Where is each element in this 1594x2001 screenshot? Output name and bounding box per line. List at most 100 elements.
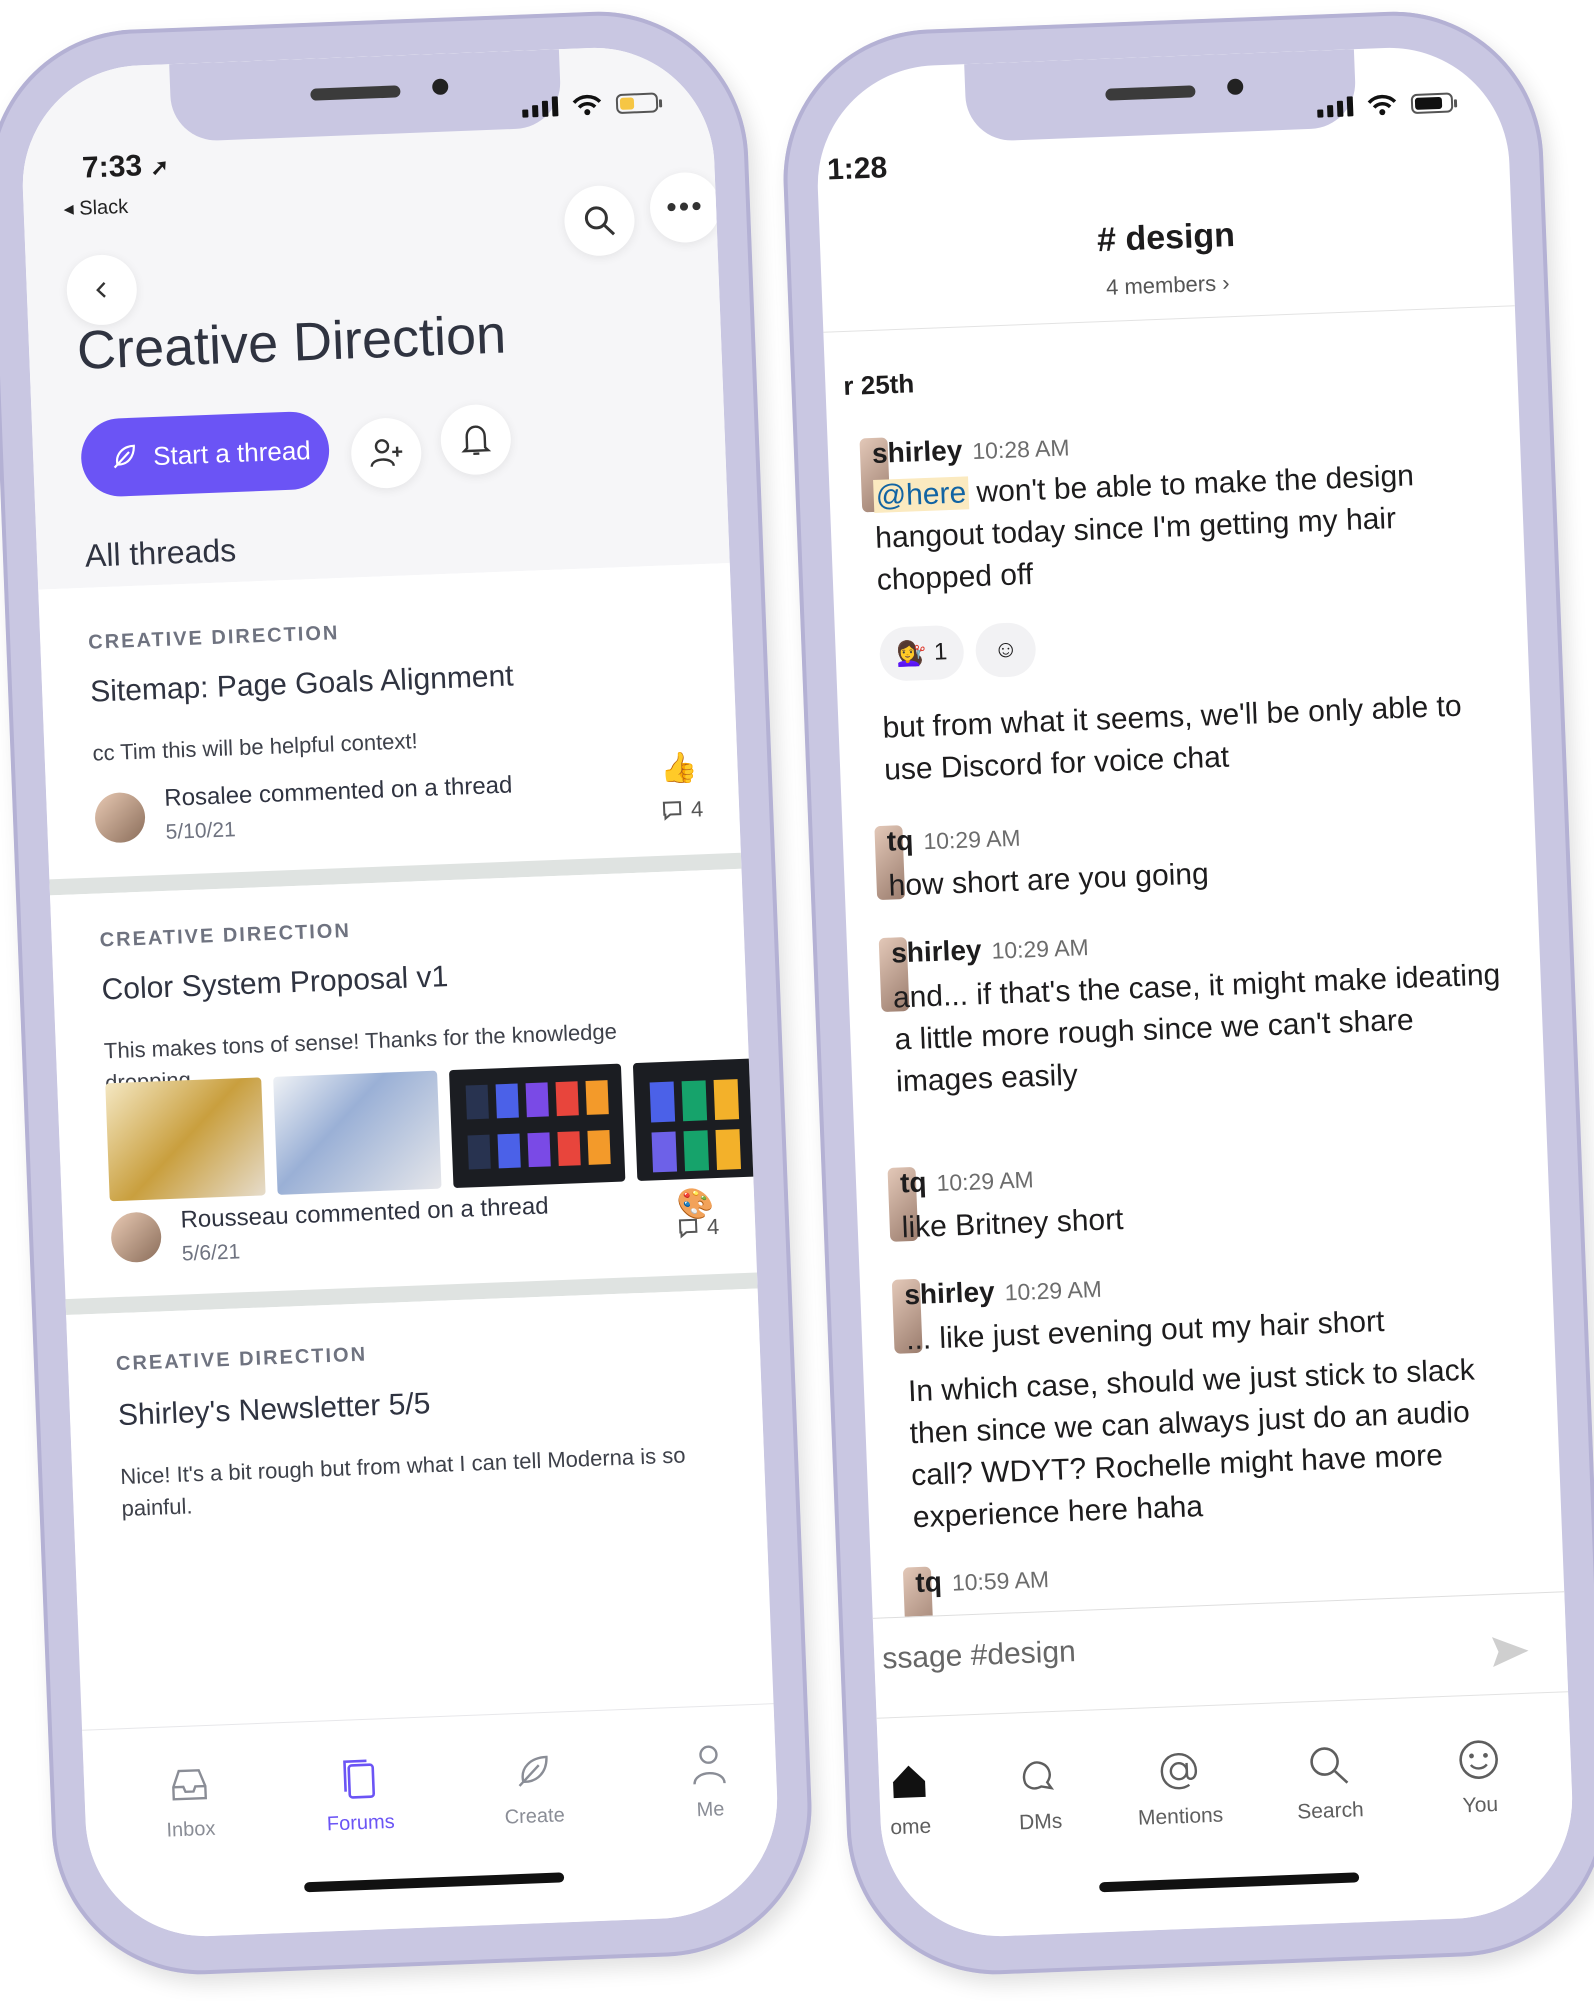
status-indicators xyxy=(1317,91,1454,118)
date-divider: r 25th xyxy=(842,368,915,402)
thread-title[interactable]: Shirley's Newsletter 5/5 xyxy=(117,1387,431,1433)
channel-members[interactable]: 4 members › xyxy=(822,259,1514,312)
home-indicator[interactable] xyxy=(1099,1872,1360,1893)
channel-name[interactable]: # design xyxy=(820,205,1513,271)
comment-date: 5/10/21 xyxy=(165,818,237,844)
person-haircut-icon: 💇‍♀️ xyxy=(895,639,927,668)
message[interactable]: shirley 10:28 AM @here won't be able to m… xyxy=(859,414,1495,597)
location-arrow-icon: ➚ xyxy=(150,154,170,180)
thumbs-up-icon: 👍 xyxy=(659,751,699,786)
start-thread-button[interactable]: Start a thread xyxy=(79,410,331,498)
section-heading: All threads xyxy=(84,531,237,574)
person-icon xyxy=(693,1745,726,1785)
commenter-text: Rosalee commented on a thread xyxy=(163,771,513,812)
thread-title[interactable]: Sitemap: Page Goals Alignment xyxy=(90,659,515,709)
forums-screen: 7:33 ➚ ◂ Slack ••• Creative Direction St… xyxy=(18,43,782,1941)
tab-you[interactable]: You xyxy=(1418,1729,1541,1820)
chevron-left-icon xyxy=(96,282,106,298)
feather-icon xyxy=(518,1755,548,1787)
left-phone: 7:33 ➚ ◂ Slack ••• Creative Direction St… xyxy=(0,0,838,2001)
reaction-pill[interactable]: 💇‍♀️ 1 xyxy=(878,624,965,682)
message-text: @here won't be able to make the design h… xyxy=(873,459,1415,597)
right-phone: 1:28 # design 4 members › r 25th shirley… xyxy=(757,0,1594,2001)
message[interactable]: tq 10:29 AM how short are you going xyxy=(874,802,1510,903)
attachment-thumbnail[interactable] xyxy=(105,1077,266,1202)
reply-count[interactable]: 4 xyxy=(676,1214,720,1242)
comment-date: 5/6/21 xyxy=(181,1240,241,1266)
send-icon xyxy=(1491,1637,1529,1668)
thread-card[interactable]: CREATIVE DIRECTION Shirley's Newsletter … xyxy=(66,1288,770,1615)
tab-inbox[interactable]: Inbox xyxy=(123,1754,256,1844)
add-emoji-icon: ☺︎ xyxy=(992,635,1019,664)
comment-icon xyxy=(662,801,682,821)
mention[interactable]: @here xyxy=(873,476,969,513)
notch xyxy=(169,49,562,143)
thread-category: CREATIVE DIRECTION xyxy=(115,1343,368,1376)
status-time: 7:33 ➚ xyxy=(81,149,170,185)
thread-card[interactable]: CREATIVE DIRECTION Sitemap: Page Goals A… xyxy=(38,563,741,880)
avatar xyxy=(94,791,147,844)
message-text: but from what it seems, we'll be only ab… xyxy=(881,689,1463,787)
tab-bar: ome DMs Mentions Search You xyxy=(876,1691,1577,1941)
message[interactable]: tq 10:59 AM xyxy=(902,1543,1539,1642)
wifi-icon xyxy=(1367,94,1398,117)
phone-frame: 1:28 # design 4 members › r 25th shirley… xyxy=(777,6,1594,1980)
thread-category: CREATIVE DIRECTION xyxy=(87,622,340,654)
tab-forums[interactable]: Forums xyxy=(293,1748,426,1838)
thread-snippet: Nice! It's a bit rough but from what I c… xyxy=(119,1442,686,1522)
send-button[interactable] xyxy=(1490,1634,1531,1675)
tab-home[interactable]: ome xyxy=(848,1751,971,1842)
message-header: tq 10:59 AM xyxy=(914,1566,1050,1599)
channel-screen: 1:28 # design 4 members › r 25th shirley… xyxy=(813,43,1577,1941)
composer-input[interactable]: ssage #design xyxy=(882,1635,1077,1676)
dms-icon xyxy=(1022,1761,1055,1790)
attachment-thumbnail[interactable] xyxy=(632,1058,758,1182)
tab-me[interactable]: Me xyxy=(643,1734,776,1824)
back-to-app-link[interactable]: ◂ Slack xyxy=(63,194,128,221)
message[interactable]: shirley 10:29 AM and... if that's the cas… xyxy=(878,914,1515,1099)
home-indicator[interactable] xyxy=(304,1872,565,1893)
message-header: tq 10:29 AM xyxy=(886,824,1022,857)
forums-icon xyxy=(343,1759,376,1799)
attachment-thumbnail[interactable] xyxy=(448,1063,626,1189)
status-time: 1:28 xyxy=(826,151,888,187)
message-text: In which case, should we just stick to s… xyxy=(907,1353,1476,1535)
thread-title[interactable]: Color System Proposal v1 xyxy=(101,960,449,1007)
home-icon xyxy=(893,1765,926,1799)
search-icon xyxy=(1310,1747,1349,1784)
message-header: shirley 10:28 AM xyxy=(871,434,1070,469)
thread-card[interactable]: CREATIVE DIRECTION Color System Proposal… xyxy=(49,868,758,1270)
reply-count[interactable]: 4 xyxy=(660,796,704,824)
message[interactable]: shirley 10:29 AM ... like just evening ou… xyxy=(891,1255,1528,1534)
more-icon: ••• xyxy=(665,189,705,225)
search-icon xyxy=(584,206,616,236)
message-text: and... if that's the case, it might make… xyxy=(892,958,1501,1099)
message-header: shirley 10:29 AM xyxy=(890,934,1090,969)
at-sign-icon xyxy=(1160,1753,1198,1790)
notch xyxy=(964,49,1357,143)
message[interactable]: but from what it seems, we'll be only ab… xyxy=(882,684,1506,787)
phone-frame: 7:33 ➚ ◂ Slack ••• Creative Direction St… xyxy=(0,6,818,1980)
commenter-text: Rousseau commented on a thread xyxy=(180,1192,550,1234)
tab-search[interactable]: Search xyxy=(1268,1735,1391,1826)
add-reaction-button[interactable]: ☺︎ xyxy=(974,621,1037,679)
avatar xyxy=(110,1211,163,1264)
tab-create[interactable]: Create xyxy=(467,1741,600,1831)
wifi-icon xyxy=(572,94,603,117)
profile-smiley-icon xyxy=(1459,1740,1498,1779)
divider xyxy=(823,305,1515,333)
battery-icon xyxy=(615,92,659,115)
feather-icon xyxy=(113,444,135,469)
thread-category: CREATIVE DIRECTION xyxy=(99,919,352,952)
comment-icon xyxy=(678,1218,698,1239)
attachment-thumbnail[interactable] xyxy=(273,1070,442,1195)
message[interactable]: tq 10:29 AM like Britney short xyxy=(887,1144,1523,1244)
tab-dms[interactable]: DMs xyxy=(978,1746,1101,1837)
tab-mentions[interactable]: Mentions xyxy=(1118,1741,1241,1832)
battery-icon xyxy=(1410,92,1454,115)
message-header: tq 10:29 AM xyxy=(899,1166,1035,1199)
message-header: shirley 10:29 AM xyxy=(903,1275,1103,1311)
add-user-icon xyxy=(370,439,403,467)
thread-snippet: cc Tim this will be helpful context! xyxy=(92,728,419,766)
tab-bar: Inbox Forums Create Me xyxy=(82,1703,782,1941)
